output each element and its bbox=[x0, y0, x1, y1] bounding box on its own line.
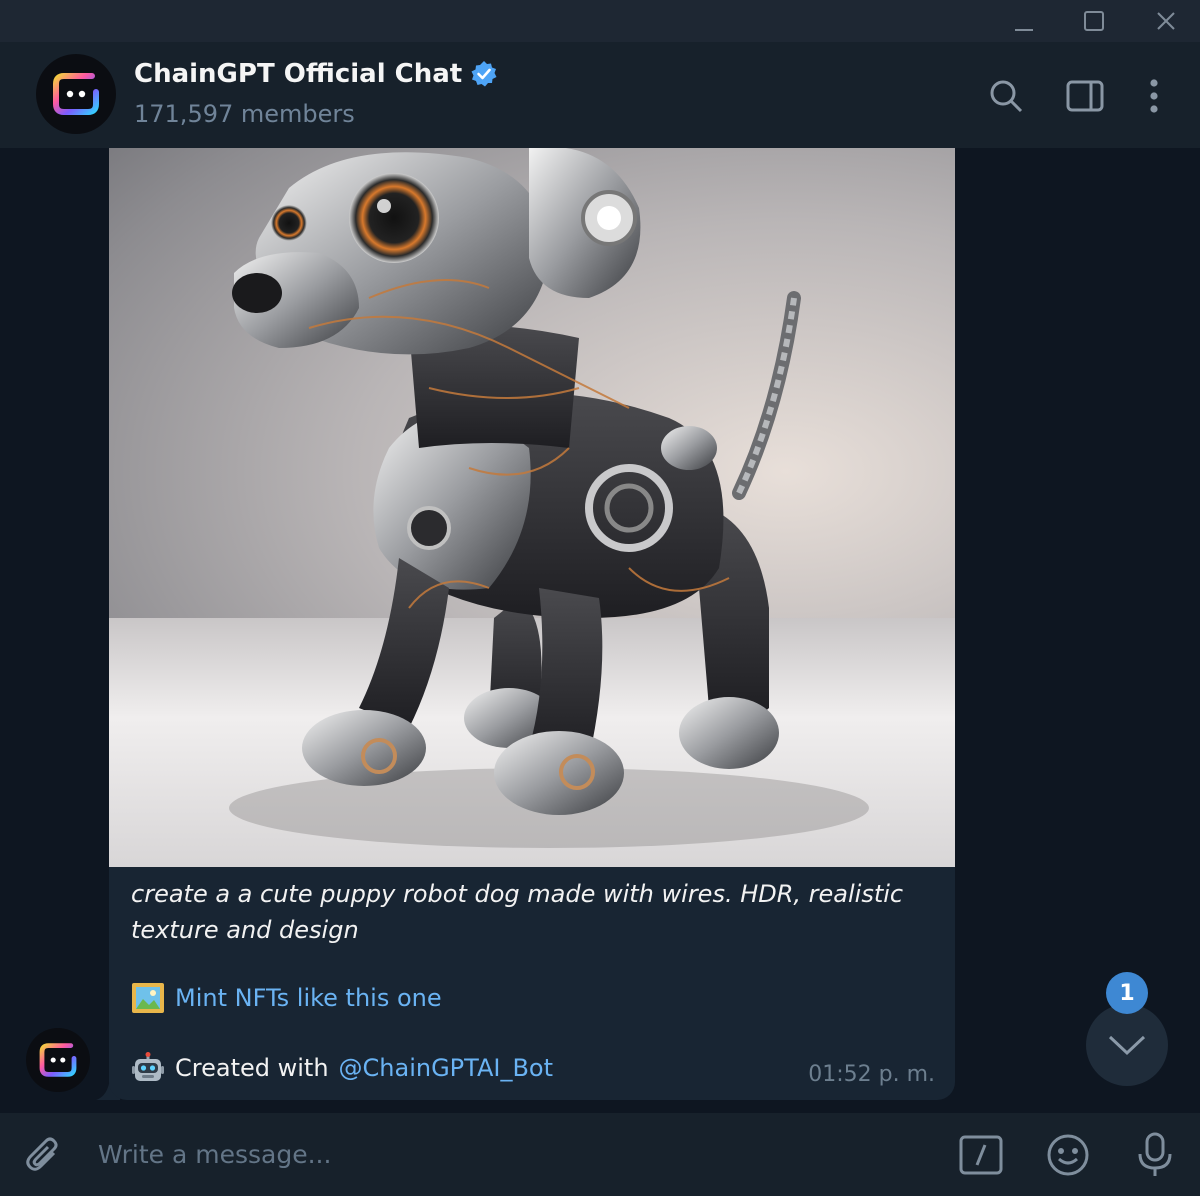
close-icon bbox=[1157, 12, 1175, 30]
chaingpt-logo-icon bbox=[39, 1043, 77, 1077]
robot-dog-illustration bbox=[229, 148, 869, 848]
mint-line: Mint NFTs like this one bbox=[131, 981, 442, 1015]
chat-header: ChainGPT Official Chat 171,597 members bbox=[0, 42, 1200, 148]
sidebar-toggle-button[interactable] bbox=[1063, 74, 1107, 118]
message-caption: create a a cute puppy robot dog made wit… bbox=[131, 880, 904, 944]
framed-picture-icon bbox=[132, 983, 164, 1013]
attach-button[interactable] bbox=[20, 1131, 68, 1179]
close-button[interactable] bbox=[1136, 0, 1196, 42]
maximize-button[interactable] bbox=[1064, 0, 1124, 42]
more-options-button[interactable] bbox=[1132, 74, 1176, 118]
robot-icon bbox=[132, 1052, 164, 1081]
microphone-icon bbox=[1138, 1132, 1172, 1176]
created-with-text: Created with bbox=[175, 1054, 329, 1082]
mint-nfts-link[interactable]: Mint NFTs like this one bbox=[175, 981, 442, 1015]
maximize-icon bbox=[1084, 11, 1104, 31]
member-count: 171,597 members bbox=[134, 100, 355, 128]
minimize-icon bbox=[1015, 29, 1033, 31]
message-photo[interactable] bbox=[109, 148, 955, 867]
search-button[interactable] bbox=[984, 74, 1028, 118]
message-list[interactable]: create a a cute puppy robot dog made wit… bbox=[0, 148, 1200, 1110]
message-input[interactable] bbox=[98, 1131, 918, 1177]
sidebar-toggle-icon bbox=[1066, 80, 1104, 112]
more-vertical-icon bbox=[1150, 79, 1158, 113]
slash-command-icon bbox=[959, 1135, 1003, 1175]
bot-mention-link[interactable]: @ChainGPTAI_Bot bbox=[339, 1051, 553, 1085]
verified-badge-icon bbox=[471, 61, 497, 87]
minimize-button[interactable] bbox=[994, 0, 1054, 42]
chat-title[interactable]: ChainGPT Official Chat bbox=[134, 59, 498, 89]
search-icon bbox=[990, 80, 1023, 113]
chat-title-text: ChainGPT Official Chat bbox=[134, 59, 463, 89]
created-line: Created with @ChainGPTAI_Bot bbox=[131, 1051, 553, 1085]
unread-count-badge: 1 bbox=[1106, 972, 1148, 1014]
paperclip-icon bbox=[26, 1137, 58, 1171]
message-time: 01:52 p. m. bbox=[808, 1062, 935, 1087]
emoji-button[interactable] bbox=[1044, 1131, 1092, 1179]
smiley-icon bbox=[1047, 1134, 1089, 1176]
scroll-to-bottom-button[interactable] bbox=[1086, 1004, 1168, 1086]
message-bubble[interactable]: create a a cute puppy robot dog made wit… bbox=[109, 148, 955, 1100]
sender-avatar[interactable] bbox=[26, 1028, 90, 1092]
window-titlebar bbox=[0, 0, 1200, 42]
chaingpt-logo-icon bbox=[53, 73, 99, 115]
chevron-down-icon bbox=[1108, 1035, 1146, 1056]
chat-avatar[interactable] bbox=[36, 54, 116, 134]
voice-message-button[interactable] bbox=[1131, 1131, 1179, 1179]
bot-commands-button[interactable] bbox=[957, 1131, 1005, 1179]
message-composer bbox=[0, 1113, 1200, 1196]
